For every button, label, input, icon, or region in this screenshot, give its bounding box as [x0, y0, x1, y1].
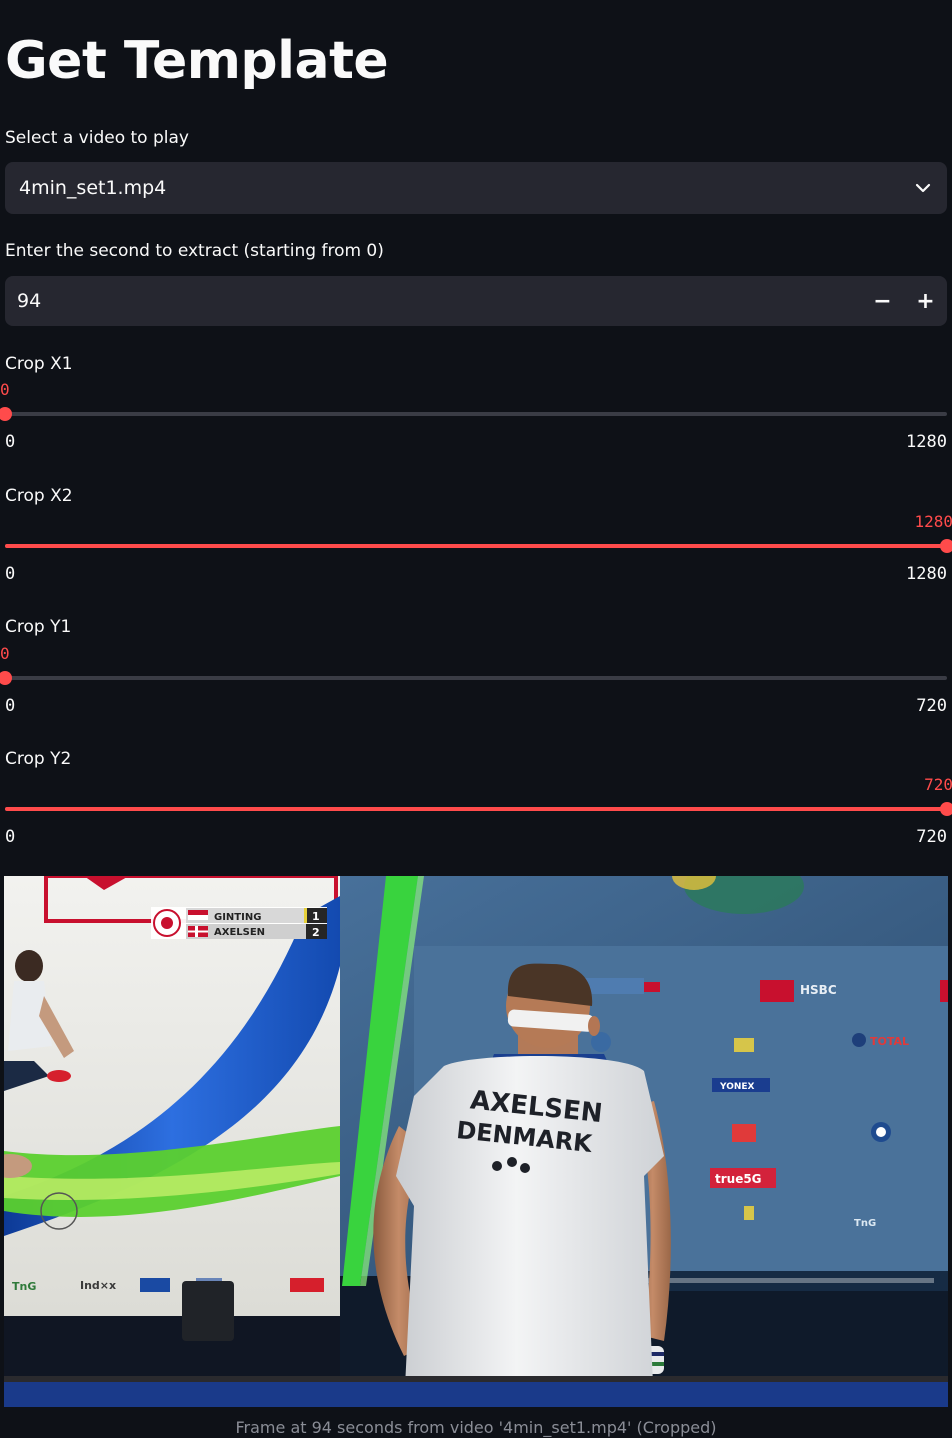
sponsor-indx: Ind×x	[80, 1279, 116, 1292]
scoreboard-player1: GINTING	[214, 912, 261, 923]
slider-current-value: 0	[0, 380, 10, 399]
second-input-value[interactable]: 94	[17, 290, 861, 312]
slider-min-label: 0	[5, 696, 16, 716]
video-select-label: Select a video to play	[5, 128, 189, 148]
sponsor-tng-left: TnG	[12, 1280, 36, 1293]
sponsor-total: TOTAL	[870, 1035, 909, 1048]
increment-button[interactable]: +	[904, 276, 947, 326]
slider-current-value: 0	[0, 644, 10, 663]
decrement-button[interactable]: −	[861, 276, 904, 326]
slider-min-label: 0	[5, 827, 16, 847]
frame-caption: Frame at 94 seconds from video '4min_set…	[235, 1418, 717, 1437]
extracted-frame-image: HSBC TOTAL YONEX true5G TnG TnG Ind×x GI…	[4, 876, 948, 1407]
second-number-input[interactable]: 94 − +	[5, 276, 947, 326]
crop-y1-slider[interactable]: 0 0 720	[0, 644, 947, 736]
slider-fill	[5, 807, 947, 811]
scoreboard-player2: AXELSEN	[214, 927, 265, 938]
scoreboard-overlay: GINTING AXELSEN 1 2	[151, 907, 327, 939]
slider-track[interactable]	[5, 676, 947, 680]
slider-track[interactable]	[5, 412, 947, 416]
chevron-down-icon	[913, 178, 933, 198]
crop-x2-label: Crop X2	[5, 486, 73, 506]
video-select-value: 4min_set1.mp4	[19, 177, 167, 199]
crop-x1-slider[interactable]: 0 0 1280	[0, 380, 947, 472]
slider-max-label: 720	[916, 696, 947, 716]
slider-thumb[interactable]	[940, 539, 952, 553]
second-input-label: Enter the second to extract (starting fr…	[5, 241, 384, 261]
sponsor-hsbc: HSBC	[800, 983, 837, 997]
crop-y2-label: Crop Y2	[5, 749, 72, 769]
slider-thumb[interactable]	[940, 802, 952, 816]
scoreboard-score1: 1	[312, 910, 320, 923]
app-page: Get Template Select a video to play 4min…	[0, 0, 952, 1438]
slider-current-value: 720	[924, 775, 952, 794]
scoreboard-score2: 2	[312, 926, 320, 939]
slider-thumb[interactable]	[0, 671, 12, 685]
crop-y2-slider[interactable]: 720 0 720	[5, 775, 952, 867]
slider-thumb[interactable]	[0, 407, 12, 421]
slider-max-label: 1280	[906, 564, 947, 584]
slider-fill	[5, 544, 947, 548]
slider-min-label: 0	[5, 432, 16, 452]
crop-x1-label: Crop X1	[5, 354, 73, 374]
slider-current-value: 1280	[914, 512, 952, 531]
sponsor-tng-right: TnG	[854, 1218, 876, 1229]
slider-max-label: 720	[916, 827, 947, 847]
crop-x2-slider[interactable]: 1280 0 1280	[5, 512, 952, 604]
slider-max-label: 1280	[906, 432, 947, 452]
crop-y1-label: Crop Y1	[5, 617, 72, 637]
page-title: Get Template	[5, 31, 389, 91]
slider-min-label: 0	[5, 564, 16, 584]
video-select[interactable]: 4min_set1.mp4	[5, 162, 947, 214]
sponsor-true5g: true5G	[715, 1172, 762, 1186]
sponsor-yonex: YONEX	[719, 1082, 755, 1092]
